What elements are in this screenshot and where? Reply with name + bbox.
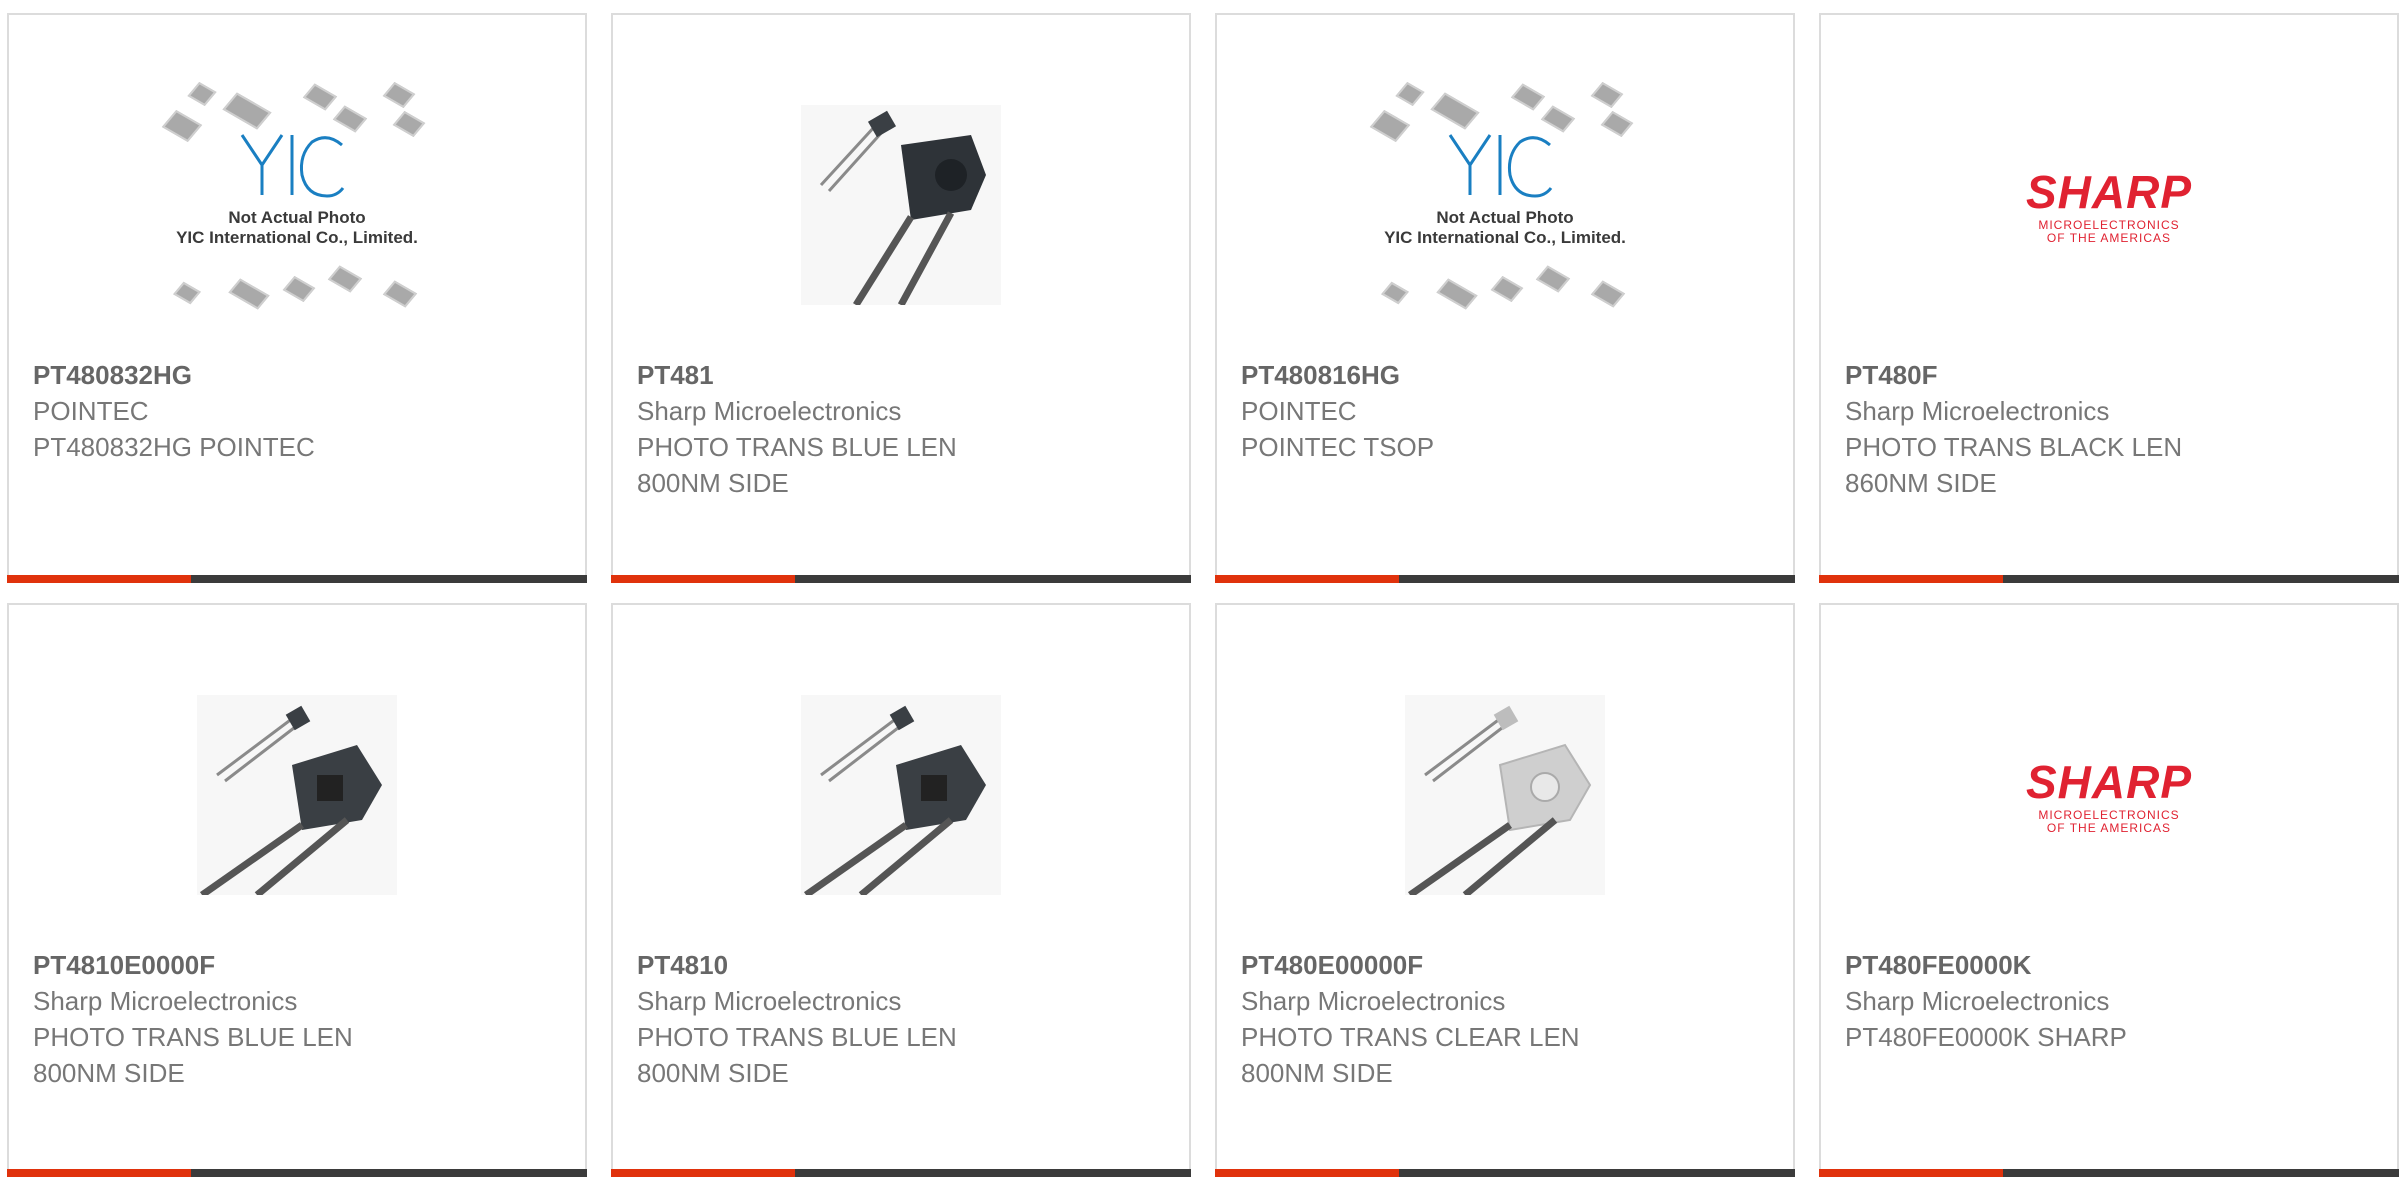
card-footer-bar bbox=[1215, 1169, 1795, 1177]
product-image[interactable] bbox=[615, 55, 1187, 355]
card-footer-bar bbox=[7, 575, 587, 583]
photo-transistor-image bbox=[801, 105, 1001, 305]
description: PHOTO TRANS BLUE LEN bbox=[33, 1022, 353, 1052]
photo-transistor-image bbox=[197, 695, 397, 895]
card-footer-bar bbox=[1819, 575, 2399, 583]
product-card[interactable]: PT481 Sharp Microelectronics PHOTO TRANS… bbox=[611, 13, 1191, 583]
yic-logo-icon bbox=[240, 134, 345, 198]
description: PHOTO TRANS BLACK LEN bbox=[1845, 432, 2183, 462]
product-image[interactable]: SHARP MICROELECTRONICS OF THE AMERICAS bbox=[1823, 55, 2395, 355]
product-image[interactable]: SHARP MICROELECTRONICS OF THE AMERICAS bbox=[1823, 645, 2395, 945]
product-card[interactable]: Not Actual Photo YIC International Co., … bbox=[7, 13, 587, 583]
photo-transistor-image bbox=[801, 695, 1001, 895]
part-number[interactable]: PT480F bbox=[1845, 357, 2381, 393]
placeholder-caption: Not Actual Photo bbox=[228, 208, 366, 227]
description: 800NM SIDE bbox=[637, 468, 789, 498]
card-footer-bar bbox=[611, 1169, 1191, 1177]
part-number[interactable]: PT480E00000F bbox=[1241, 947, 1777, 983]
manufacturer: Sharp Microelectronics bbox=[1845, 396, 2110, 426]
description: PHOTO TRANS CLEAR LEN bbox=[1241, 1022, 1580, 1052]
product-card[interactable]: PT4810 Sharp Microelectronics PHOTO TRAN… bbox=[611, 603, 1191, 1177]
part-number[interactable]: PT4810E0000F bbox=[33, 947, 569, 983]
card-footer-bar bbox=[611, 575, 1191, 583]
product-card[interactable]: PT480E00000F Sharp Microelectronics PHOT… bbox=[1215, 603, 1795, 1177]
placeholder-caption: Not Actual Photo bbox=[1436, 208, 1574, 227]
product-image[interactable]: Not Actual Photo YIC International Co., … bbox=[1219, 55, 1791, 355]
description: 800NM SIDE bbox=[33, 1058, 185, 1088]
description: PHOTO TRANS BLUE LEN bbox=[637, 432, 957, 462]
manufacturer: Sharp Microelectronics bbox=[1845, 986, 2110, 1016]
description: PT480832HG POINTEC bbox=[33, 432, 315, 462]
product-image[interactable] bbox=[1219, 645, 1791, 945]
card-footer-bar bbox=[1215, 575, 1795, 583]
description: 800NM SIDE bbox=[637, 1058, 789, 1088]
product-card[interactable]: SHARP MICROELECTRONICS OF THE AMERICAS P… bbox=[1819, 603, 2399, 1177]
card-footer-bar bbox=[1819, 1169, 2399, 1177]
yic-logo-icon bbox=[1448, 134, 1553, 198]
manufacturer: POINTEC bbox=[33, 396, 149, 426]
description: POINTEC TSOP bbox=[1241, 432, 1435, 462]
product-card[interactable]: PT4810E0000F Sharp Microelectronics PHOT… bbox=[7, 603, 587, 1177]
manufacturer: POINTEC bbox=[1241, 396, 1357, 426]
manufacturer: Sharp Microelectronics bbox=[637, 396, 902, 426]
product-grid: Not Actual Photo YIC International Co., … bbox=[0, 0, 2400, 1177]
sharp-logo: SHARP MICROELECTRONICS OF THE AMERICAS bbox=[2025, 756, 2193, 835]
product-image[interactable] bbox=[11, 645, 583, 945]
placeholder-caption: YIC International Co., Limited. bbox=[176, 228, 418, 247]
part-number[interactable]: PT480816HG bbox=[1241, 357, 1777, 393]
product-card[interactable]: SHARP MICROELECTRONICS OF THE AMERICAS P… bbox=[1819, 13, 2399, 583]
part-number[interactable]: PT480FE0000K bbox=[1845, 947, 2381, 983]
yic-placeholder-image: Not Actual Photo YIC International Co., … bbox=[157, 80, 437, 330]
description: 800NM SIDE bbox=[1241, 1058, 1393, 1088]
yic-placeholder-image: Not Actual Photo YIC International Co., … bbox=[1365, 80, 1645, 330]
sharp-logo: SHARP MICROELECTRONICS OF THE AMERICAS bbox=[2025, 166, 2193, 245]
manufacturer: Sharp Microelectronics bbox=[33, 986, 298, 1016]
card-footer-bar bbox=[7, 1169, 587, 1177]
product-image[interactable]: Not Actual Photo YIC International Co., … bbox=[11, 55, 583, 355]
manufacturer: Sharp Microelectronics bbox=[1241, 986, 1506, 1016]
part-number[interactable]: PT481 bbox=[637, 357, 1173, 393]
description: PT480FE0000K SHARP bbox=[1845, 1022, 2127, 1052]
product-image[interactable] bbox=[615, 645, 1187, 945]
part-number[interactable]: PT480832HG bbox=[33, 357, 569, 393]
part-number[interactable]: PT4810 bbox=[637, 947, 1173, 983]
photo-transistor-clear-image bbox=[1405, 695, 1605, 895]
description: 860NM SIDE bbox=[1845, 468, 1997, 498]
description: PHOTO TRANS BLUE LEN bbox=[637, 1022, 957, 1052]
product-card[interactable]: Not Actual Photo YIC International Co., … bbox=[1215, 13, 1795, 583]
manufacturer: Sharp Microelectronics bbox=[637, 986, 902, 1016]
placeholder-caption: YIC International Co., Limited. bbox=[1384, 228, 1626, 247]
